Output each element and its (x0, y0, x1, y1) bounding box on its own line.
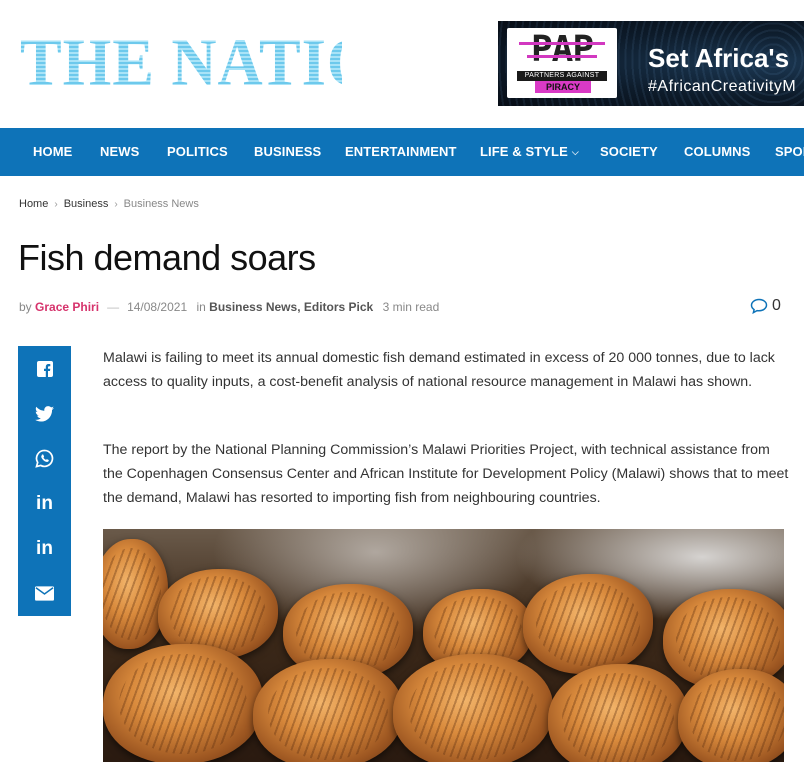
share-facebook-button[interactable] (18, 346, 71, 391)
chevron-right-icon: › (54, 199, 58, 210)
ad-glitch-line (519, 42, 605, 45)
by-label: by (19, 300, 32, 314)
linkedin-icon: in (36, 492, 53, 514)
email-icon (35, 586, 54, 601)
category-links[interactable]: Business News, Editors Pick (209, 300, 373, 314)
share-whatsapp-button[interactable] (18, 436, 71, 481)
comment-icon (750, 298, 768, 314)
nav-item-columns[interactable]: COLUMNS (684, 128, 750, 176)
ad-brand-mark: PAP (530, 29, 594, 70)
ad-glitch-line (527, 55, 597, 58)
main-nav: HOME NEWS POLITICS BUSINESS ENTERTAINMEN… (0, 128, 804, 176)
article-featured-image (103, 529, 784, 762)
share-twitter-button[interactable] (18, 391, 71, 436)
nav-item-news[interactable]: NEWS (100, 128, 139, 176)
nav-item-politics[interactable]: POLITICS (167, 128, 228, 176)
chevron-right-icon: › (114, 199, 118, 210)
facebook-icon (36, 360, 53, 377)
article-title: Fish demand soars (18, 237, 316, 278)
in-label: in (196, 300, 206, 314)
ad-banner[interactable]: PAP PARTNERS AGAINST PIRACY Set Africa's… (498, 21, 804, 106)
share-linkedin-button[interactable]: in (18, 481, 71, 526)
breadcrumb: Home › Business › Business News (19, 198, 199, 210)
whatsapp-icon (35, 449, 54, 468)
share-linkedin-button-2[interactable]: in (18, 526, 71, 571)
site-header: THE NATION PAP PARTNERS AGAINST PIRACY S… (0, 0, 804, 128)
breadcrumb-home[interactable]: Home (19, 198, 48, 210)
ad-headline: Set Africa's (648, 43, 790, 73)
nav-item-entertainment[interactable]: ENTERTAINMENT (345, 128, 457, 176)
ad-brand-line1: PARTNERS AGAINST (517, 71, 607, 81)
fish-shape (548, 664, 688, 762)
fish-shape (253, 659, 403, 762)
nav-item-life-style[interactable]: LIFE & STYLE ⌵ (480, 128, 579, 176)
nav-item-home[interactable]: HOME (33, 128, 72, 176)
share-bar: in in (18, 346, 71, 616)
article-paragraph: The report by the National Planning Comm… (103, 442, 789, 506)
twitter-icon (35, 405, 54, 422)
breadcrumb-section[interactable]: Business (64, 198, 109, 210)
site-logo[interactable]: THE NATION (20, 24, 422, 100)
fish-shape (523, 574, 653, 674)
publish-date: 14/08/2021 (127, 300, 188, 314)
nav-item-society[interactable]: SOCIETY (600, 128, 658, 176)
author-link[interactable]: Grace Phiri (35, 300, 99, 314)
meta-separator: — (107, 300, 120, 314)
comments-link[interactable]: 0 (750, 295, 781, 317)
ad-tagline: #AfricanCreativityM (648, 78, 797, 95)
share-email-button[interactable] (18, 571, 71, 616)
article-paragraph: Malawi is failing to meet its annual dom… (103, 350, 775, 390)
chevron-down-icon: ⌵ (571, 147, 579, 157)
nav-item-sports[interactable]: SPOR (775, 128, 804, 176)
ad-brand-logo: PAP PARTNERS AGAINST PIRACY (507, 28, 617, 98)
nav-item-life-style-label: LIFE & STYLE (480, 144, 568, 159)
nav-item-business[interactable]: BUSINESS (254, 128, 321, 176)
read-time: 3 min read (382, 300, 440, 314)
linkedin-icon: in (36, 537, 53, 559)
fish-shape (103, 644, 263, 762)
article-meta: by Grace Phiri — 14/08/2021 in Business Ne… (19, 299, 439, 315)
breadcrumb-current[interactable]: Business News (124, 198, 199, 210)
fish-shape (393, 654, 553, 762)
comment-count: 0 (772, 297, 781, 314)
ad-brand-line2: PIRACY (535, 81, 591, 93)
